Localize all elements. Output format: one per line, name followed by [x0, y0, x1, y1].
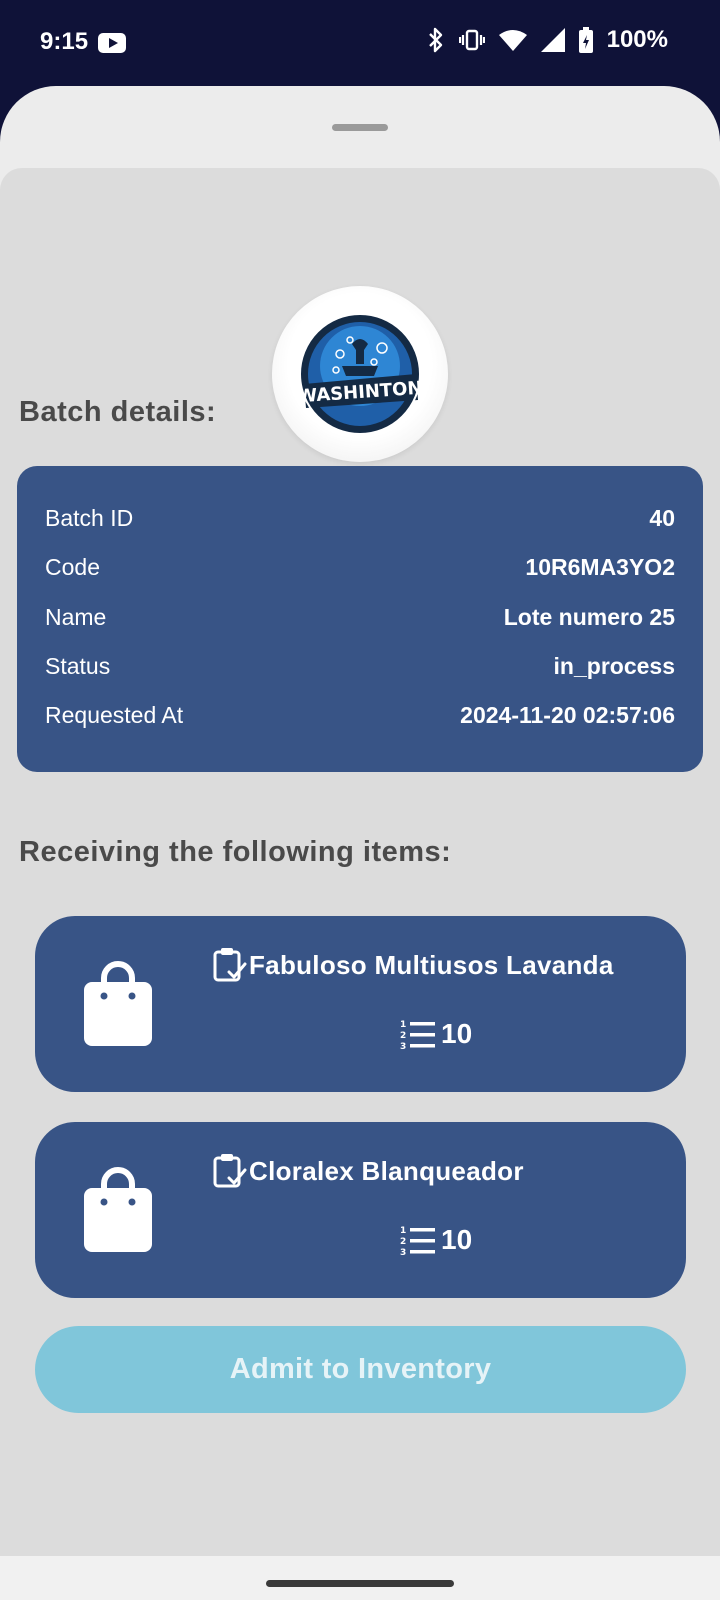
- navigation-bar: [0, 1556, 720, 1600]
- logo-image: WASHINTON: [297, 313, 423, 435]
- svg-text:1: 1: [400, 1020, 406, 1030]
- row-label: Name: [45, 603, 107, 630]
- battery-percent: 100%: [606, 26, 668, 53]
- row-label: Batch ID: [45, 504, 134, 531]
- batch-row-id: Batch ID 40: [45, 498, 675, 538]
- item-name: Cloralex Blanqueador: [209, 1152, 524, 1190]
- bluetooth-icon: [428, 27, 442, 53]
- item-quantity-value: 10: [441, 1224, 473, 1255]
- row-value: Lote numero 25: [503, 603, 675, 630]
- item-name-text: Cloralex Blanqueador: [249, 1155, 524, 1186]
- batch-row-requested-at: Requested At 2024-11-20 02:57:06: [45, 695, 675, 735]
- signal-icon: [540, 28, 565, 52]
- svg-text:3: 3: [400, 1042, 406, 1050]
- vibrate-icon: [458, 29, 485, 51]
- admit-to-inventory-button[interactable]: Admit to Inventory: [35, 1326, 686, 1413]
- shopping-bag-icon: [84, 1167, 152, 1252]
- row-value: 10R6MA3YO2: [525, 553, 675, 580]
- battery-charging-icon: [578, 27, 593, 53]
- batch-row-status: Status in_process: [45, 646, 675, 686]
- item-card[interactable]: Cloralex Blanqueador 1 2 3 10: [35, 1122, 686, 1298]
- content-panel: WASHINTON Batch details: Batch ID 40 Cod…: [0, 168, 720, 1556]
- clipboard-check-icon: [213, 1154, 247, 1188]
- batch-details-title: Batch details:: [19, 396, 217, 428]
- item-card[interactable]: Fabuloso Multiusos Lavanda 1 2 3 10: [35, 916, 686, 1092]
- row-value: in_process: [553, 652, 675, 679]
- item-quantity: 1 2 3 10: [399, 1018, 472, 1050]
- svg-text:1: 1: [400, 1226, 406, 1236]
- youtube-icon: [98, 33, 126, 53]
- status-bar: 9:15 100%: [0, 0, 720, 86]
- numbered-list-icon: 1 2 3: [400, 1226, 435, 1256]
- items-title: Receiving the following items:: [19, 836, 452, 868]
- row-value: 2024-11-20 02:57:06: [460, 701, 675, 728]
- wifi-icon: [498, 30, 527, 51]
- batch-row-code: Code 10R6MA3YO2: [45, 547, 675, 587]
- washinton-logo: WASHINTON: [272, 286, 448, 462]
- row-value: 40: [649, 504, 675, 531]
- row-label: Status: [45, 652, 111, 679]
- shopping-bag-icon: [84, 961, 152, 1046]
- batch-details-card: Batch ID 40 Code 10R6MA3YO2 Name Lote nu…: [17, 466, 703, 772]
- bottom-sheet: WASHINTON Batch details: Batch ID 40 Cod…: [0, 86, 720, 1600]
- row-label: Requested At: [45, 701, 184, 728]
- item-name: Fabuloso Multiusos Lavanda: [209, 946, 614, 984]
- status-icons: 100%: [427, 26, 668, 54]
- batch-row-name: Name Lote numero 25: [45, 597, 675, 637]
- home-gesture-pill[interactable]: [266, 1580, 454, 1587]
- item-quantity: 1 2 3 10: [399, 1224, 472, 1256]
- clipboard-check-icon: [213, 948, 247, 982]
- item-quantity-value: 10: [441, 1018, 473, 1049]
- drag-handle[interactable]: [332, 124, 388, 131]
- row-label: Code: [45, 553, 100, 580]
- status-time: 9:15: [40, 28, 89, 55]
- svg-text:2: 2: [400, 1237, 406, 1247]
- item-name-text: Fabuloso Multiusos Lavanda: [249, 949, 614, 980]
- svg-text:2: 2: [400, 1031, 406, 1041]
- numbered-list-icon: 1 2 3: [400, 1020, 435, 1050]
- svg-text:3: 3: [400, 1248, 406, 1256]
